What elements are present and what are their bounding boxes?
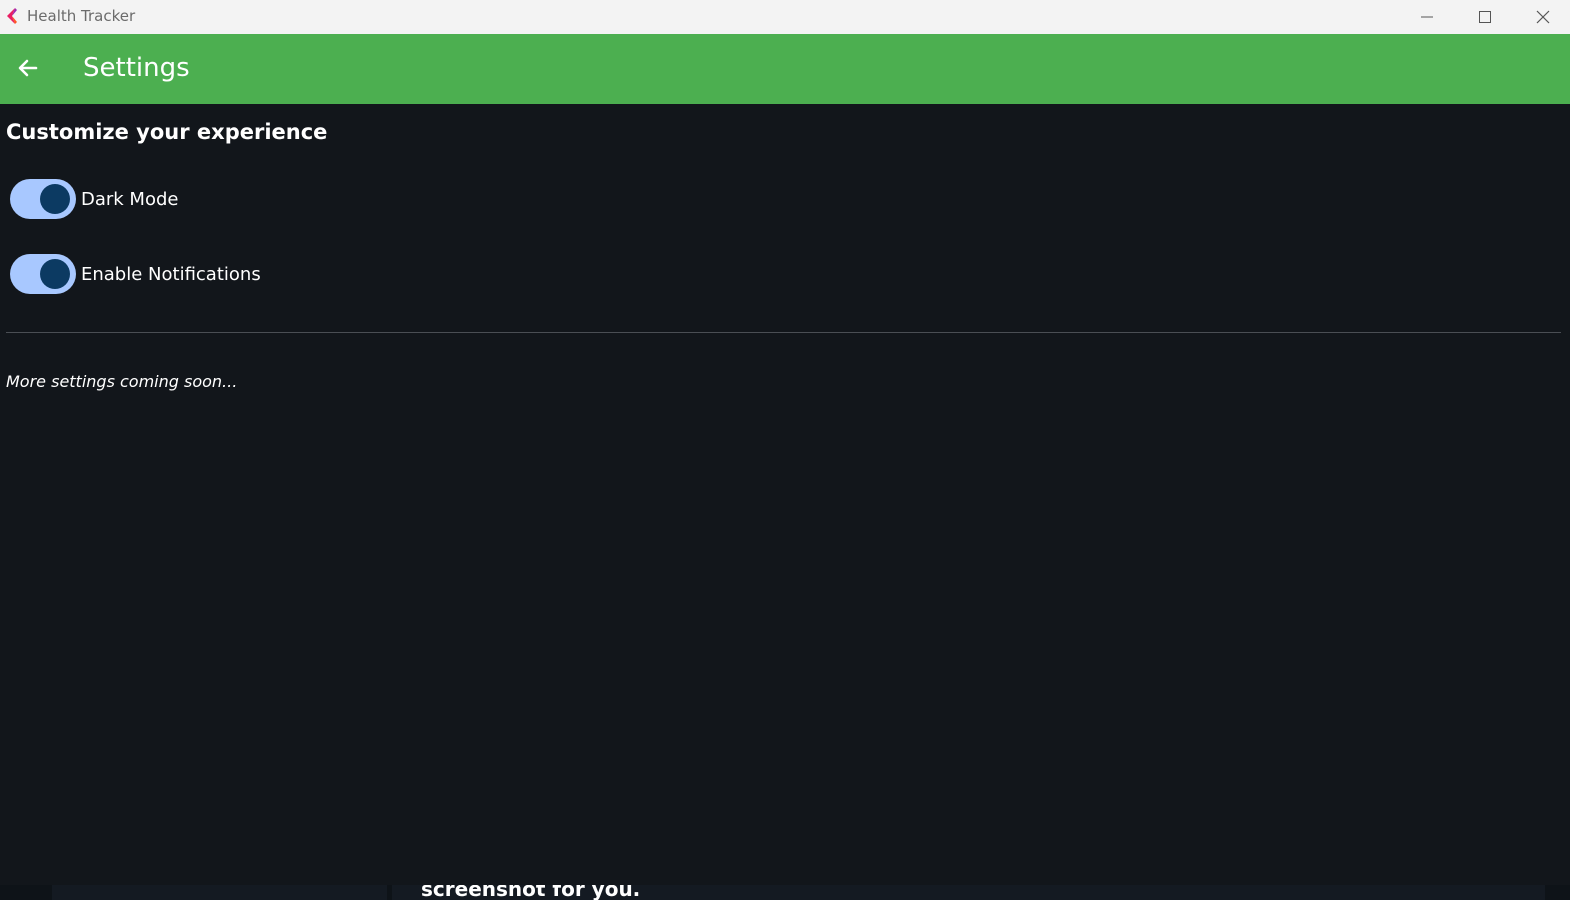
window-title: Health Tracker bbox=[27, 7, 136, 25]
back-button[interactable] bbox=[8, 48, 48, 88]
background-panel bbox=[52, 885, 387, 900]
app-bar: Settings bbox=[0, 34, 1570, 104]
coming-soon-note: More settings coming soon... bbox=[6, 372, 238, 391]
background-text: screenshot for you. bbox=[421, 885, 641, 900]
arrow-left-icon bbox=[18, 59, 38, 77]
minimize-button[interactable] bbox=[1398, 0, 1456, 34]
window-titlebar: Health Tracker bbox=[0, 0, 1570, 34]
notifications-toggle[interactable] bbox=[10, 254, 76, 294]
notifications-label: Enable Notifications bbox=[81, 263, 261, 285]
close-button[interactable] bbox=[1514, 0, 1570, 34]
toggle-thumb bbox=[40, 184, 70, 214]
page-title: Settings bbox=[83, 53, 190, 83]
toggle-thumb bbox=[40, 259, 70, 289]
setting-row-notifications: Enable Notifications bbox=[10, 253, 261, 295]
minimize-icon bbox=[1421, 16, 1433, 18]
section-heading: Customize your experience bbox=[6, 120, 328, 144]
dark-mode-label: Dark Mode bbox=[81, 188, 179, 210]
maximize-icon bbox=[1479, 11, 1491, 23]
close-icon bbox=[1536, 10, 1550, 24]
app-logo-icon bbox=[3, 6, 21, 26]
maximize-button[interactable] bbox=[1456, 0, 1514, 34]
setting-row-dark-mode: Dark Mode bbox=[10, 178, 178, 220]
divider bbox=[6, 332, 1561, 333]
background-window-strip: screenshot for you. bbox=[0, 885, 1570, 900]
dark-mode-toggle[interactable] bbox=[10, 179, 76, 219]
